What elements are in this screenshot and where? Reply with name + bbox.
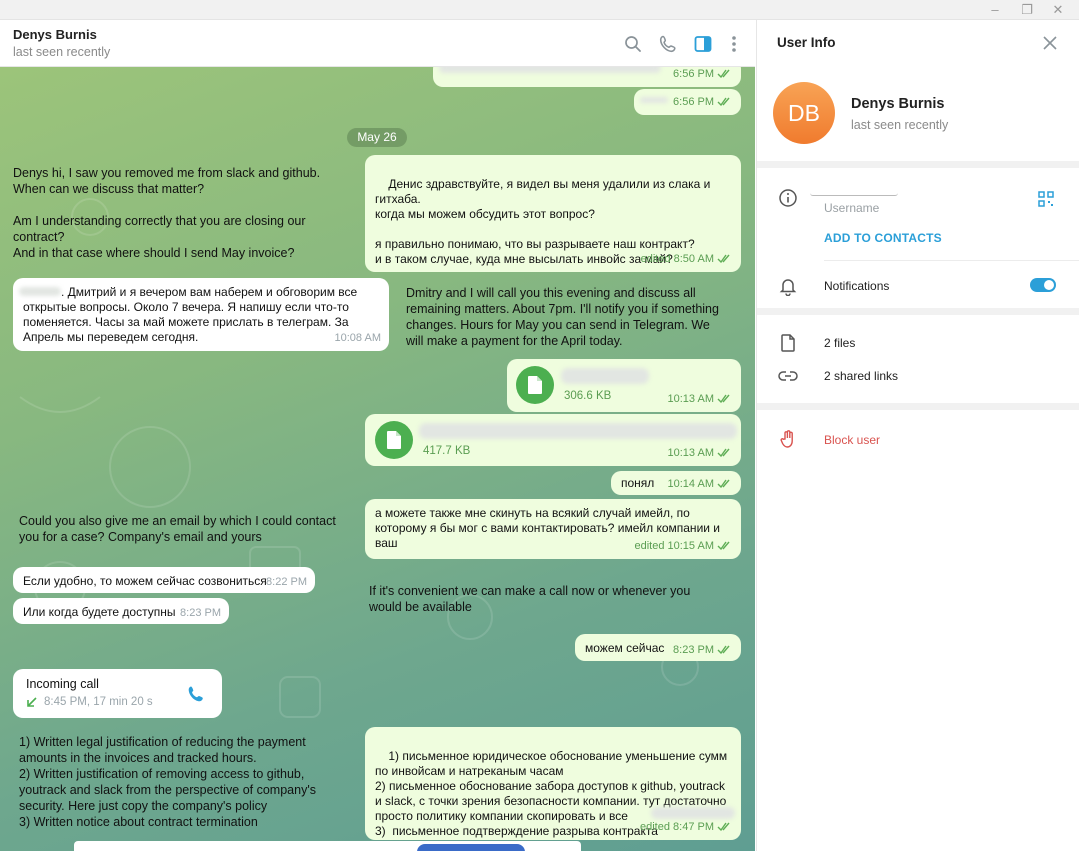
qr-code-icon[interactable]: [1038, 191, 1054, 207]
block-user-button[interactable]: Block user: [824, 433, 880, 447]
user-status: last seen recently: [851, 118, 949, 132]
message-time: edited 8:50 AM: [641, 252, 733, 267]
more-vert-icon[interactable]: [724, 34, 744, 54]
message-text: Если удобно, то можем сейчас созвониться: [23, 574, 267, 588]
message-time: 6:56 PM: [673, 67, 733, 82]
block-hand-icon: [780, 430, 793, 448]
row-divider: [824, 260, 1079, 261]
search-icon[interactable]: [623, 34, 643, 54]
message-time: 6:56 PM: [673, 95, 733, 110]
message-time: edited 10:15 AM: [634, 539, 733, 554]
chat-status: last seen recently: [13, 45, 111, 59]
file-size: 417.7 KB: [423, 445, 471, 457]
link-icon: [778, 371, 798, 381]
message-text: понял: [621, 476, 655, 490]
username-label: Username: [824, 201, 880, 215]
translation-text: Dmitry and I will call you this evening …: [406, 286, 719, 348]
window-titlebar: – ❐ ✕: [0, 0, 1079, 20]
double-check-icon: [717, 69, 730, 78]
message-bubble-incoming[interactable]: . Дмитрий и я вечером вам наберем и обго…: [13, 278, 389, 351]
incoming-arrow-icon: [27, 697, 37, 707]
double-check-icon: [717, 541, 730, 550]
message-bubble-incoming[interactable]: Если удобно, то можем сейчас созвониться…: [13, 567, 315, 593]
message-bubble-outgoing[interactable]: можем сейчас 8:23 PM: [575, 634, 741, 661]
file-message[interactable]: 306.6 KB 10:13 AM: [507, 359, 741, 412]
message-bubble-outgoing[interactable]: Денис здравствуйте, я видел вы меня удал…: [365, 155, 741, 272]
message-time: 8:22 PM: [266, 576, 307, 588]
double-check-icon: [717, 645, 730, 654]
notifications-label: Notifications: [824, 279, 890, 293]
call-detail: 8:45 PM, 17 min 20 s: [44, 696, 153, 708]
file-icon[interactable]: [375, 421, 413, 459]
double-check-icon: [717, 254, 730, 263]
section-divider: [757, 308, 1079, 315]
minimize-button[interactable]: –: [980, 0, 1010, 20]
file-message[interactable]: 417.7 KB 10:13 AM: [365, 414, 741, 466]
double-check-icon: [717, 479, 730, 488]
add-to-contacts-button[interactable]: ADD TO CONTACTS: [824, 231, 942, 245]
double-check-icon: [717, 822, 730, 831]
file-icon[interactable]: [516, 366, 554, 404]
chat-header: Denys Burnis last seen recently: [0, 20, 755, 67]
message-bubble-outgoing[interactable]: 6:56 PM: [634, 89, 741, 115]
close-icon[interactable]: [1043, 36, 1057, 50]
double-check-icon: [717, 448, 730, 457]
message-time: 10:13 AM: [668, 392, 733, 407]
section-divider: [757, 403, 1079, 410]
message-time: 10:08 AM: [334, 332, 381, 344]
sidebar-toggle-icon[interactable]: [693, 34, 713, 54]
bell-icon: [779, 279, 797, 296]
call-icon[interactable]: [186, 684, 206, 704]
avatar[interactable]: DB: [773, 82, 835, 144]
info-icon: [779, 189, 797, 207]
message-time: 10:13 AM: [668, 446, 733, 461]
message-text: . Дмитрий и я вечером вам наберем и обго…: [23, 285, 358, 344]
message-bubble-outgoing[interactable]: а можете также мне скинуть на всякий слу…: [365, 499, 741, 559]
chat-title[interactable]: Denys Burnis: [13, 27, 97, 42]
bottom-popup-button[interactable]: [417, 844, 525, 851]
file-size: 306.6 KB: [564, 390, 612, 402]
panel-title: User Info: [777, 35, 836, 50]
files-row[interactable]: 2 files: [824, 336, 855, 350]
user-info-panel: User Info DB Denys Burnis last seen rece…: [756, 20, 1079, 851]
message-time: edited 8:47 PM: [640, 820, 733, 835]
message-bubble-outgoing[interactable]: 6:56 PM: [433, 67, 741, 87]
chat-area[interactable]: 6:56 PM 6:56 PM May 26 Denys hi, I saw y…: [0, 67, 755, 851]
translation-text: Could you also give me an email by which…: [19, 514, 336, 544]
call-message[interactable]: Incoming call 8:45 PM, 17 min 20 s: [13, 669, 222, 718]
message-time: 10:14 AM: [668, 477, 733, 492]
double-check-icon: [717, 394, 730, 403]
username-value-redacted: [810, 186, 898, 196]
message-text: Или когда будете доступны: [23, 605, 176, 619]
date-separator: May 26: [347, 128, 407, 147]
message-time: 8:23 PM: [180, 607, 221, 619]
double-check-icon: [717, 97, 730, 106]
message-bubble-outgoing[interactable]: 1) письменное юридическое обоснование ум…: [365, 727, 741, 840]
file-icon: [781, 334, 795, 352]
message-time: 8:23 PM: [673, 643, 733, 658]
message-bubble-outgoing[interactable]: понял 10:14 AM: [611, 471, 741, 495]
phone-icon[interactable]: [658, 34, 678, 54]
shared-links-row[interactable]: 2 shared links: [824, 369, 898, 383]
section-divider: [757, 161, 1079, 168]
notifications-toggle[interactable]: [1030, 278, 1056, 292]
translation-text: If it's convenient we can make a call no…: [369, 584, 691, 614]
restore-button[interactable]: ❐: [1012, 0, 1042, 20]
translation-text: 1) Written legal justification of reduci…: [19, 735, 316, 829]
window-close-button[interactable]: ✕: [1043, 0, 1073, 20]
user-name: Denys Burnis: [851, 96, 945, 112]
call-title: Incoming call: [26, 677, 99, 691]
message-text: можем сейчас: [585, 641, 665, 655]
message-bubble-incoming[interactable]: Или когда будете доступны 8:23 PM: [13, 598, 229, 624]
translation-text: Denys hi, I saw you removed me from slac…: [13, 166, 321, 260]
